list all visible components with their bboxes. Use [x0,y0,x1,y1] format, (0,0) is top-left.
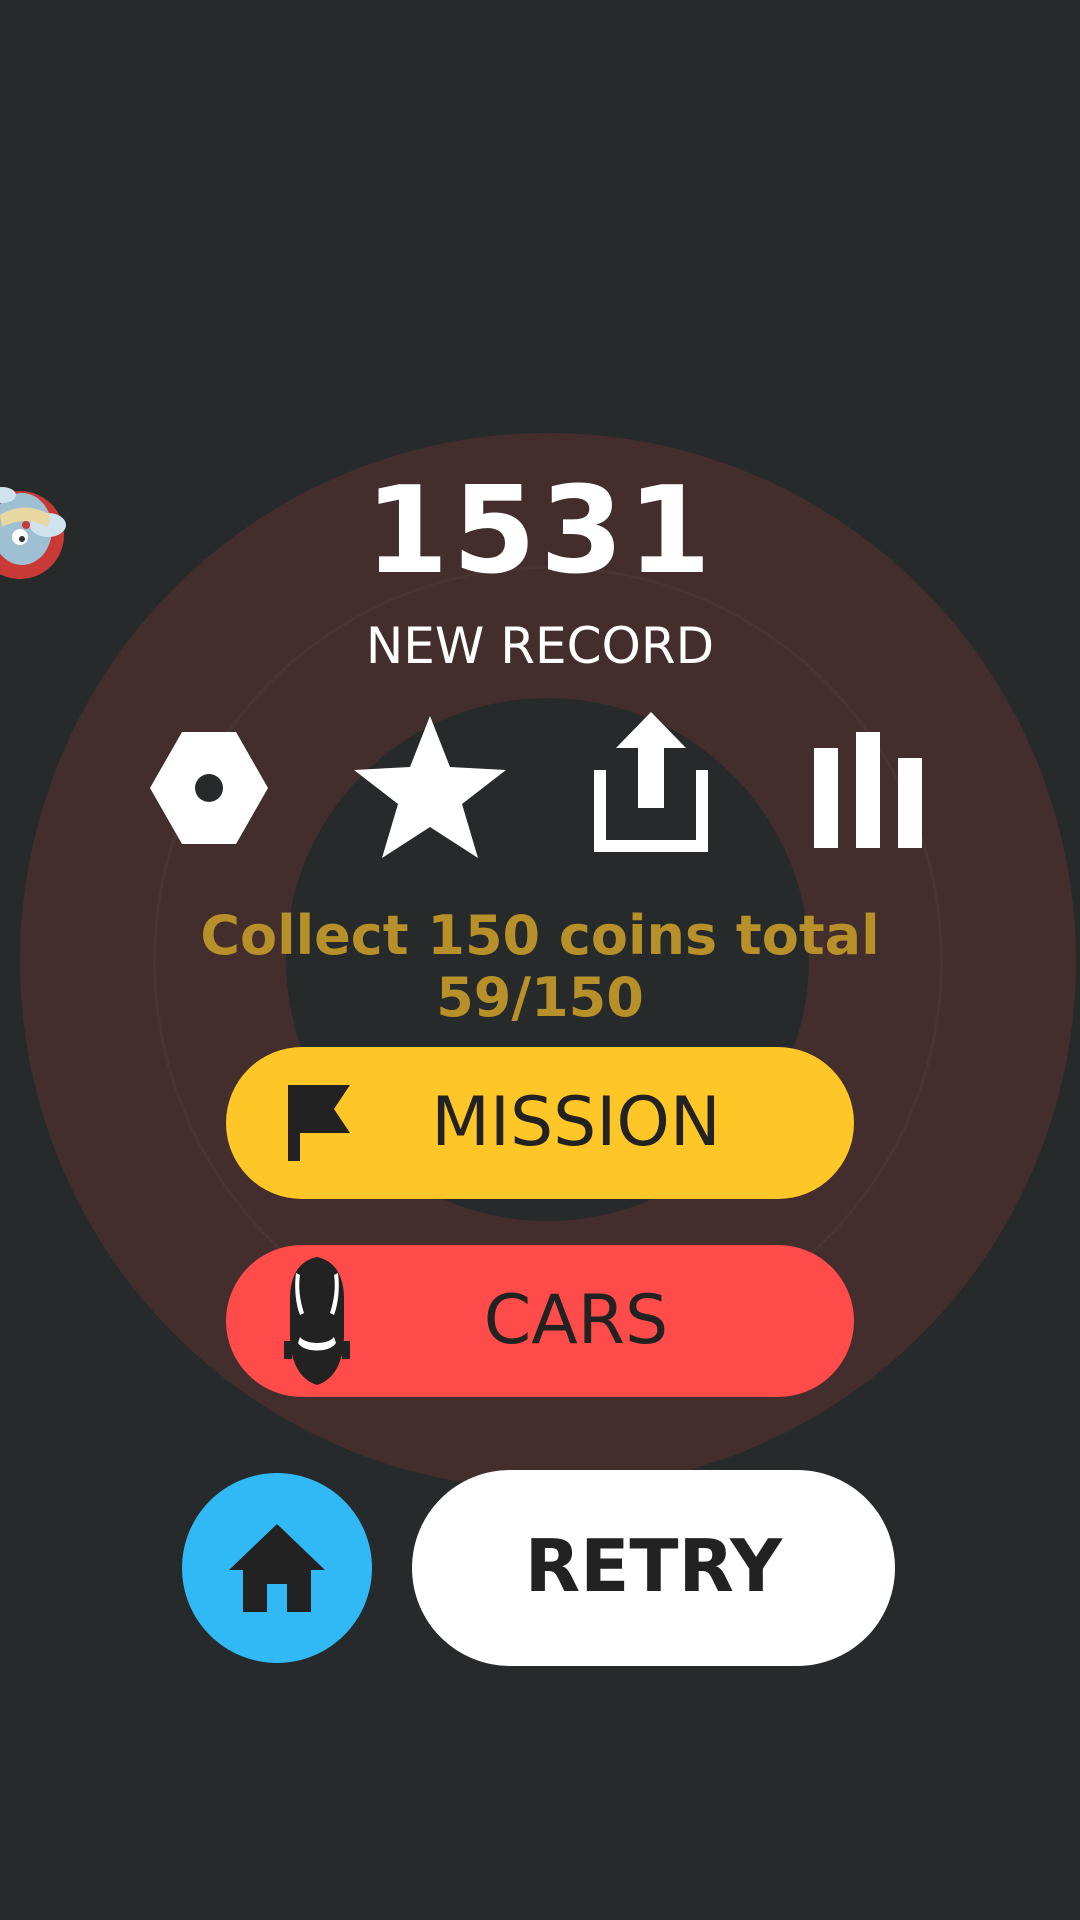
gear-icon[interactable] [146,720,272,856]
score-value: 1531 [365,462,715,601]
home-icon [229,1524,325,1612]
retry-button-label: RETRY [524,1524,783,1608]
cars-button-label: CARS [483,1281,669,1360]
star-icon[interactable] [352,712,508,862]
home-button[interactable] [182,1473,372,1663]
new-record-label: NEW RECORD [365,617,715,675]
retry-button[interactable]: RETRY [412,1470,895,1666]
mission-button-label: MISSION [431,1083,721,1162]
cars-button[interactable]: CARS [226,1245,854,1397]
mission-button[interactable]: MISSION [226,1047,854,1199]
share-icon[interactable] [592,710,710,854]
flag-icon [288,1085,350,1161]
mission-progress: 59/150 [436,966,644,1029]
mission-description: Collect 150 coins total [200,904,880,967]
leaderboard-icon[interactable] [812,730,924,850]
car-icon [284,1257,350,1385]
